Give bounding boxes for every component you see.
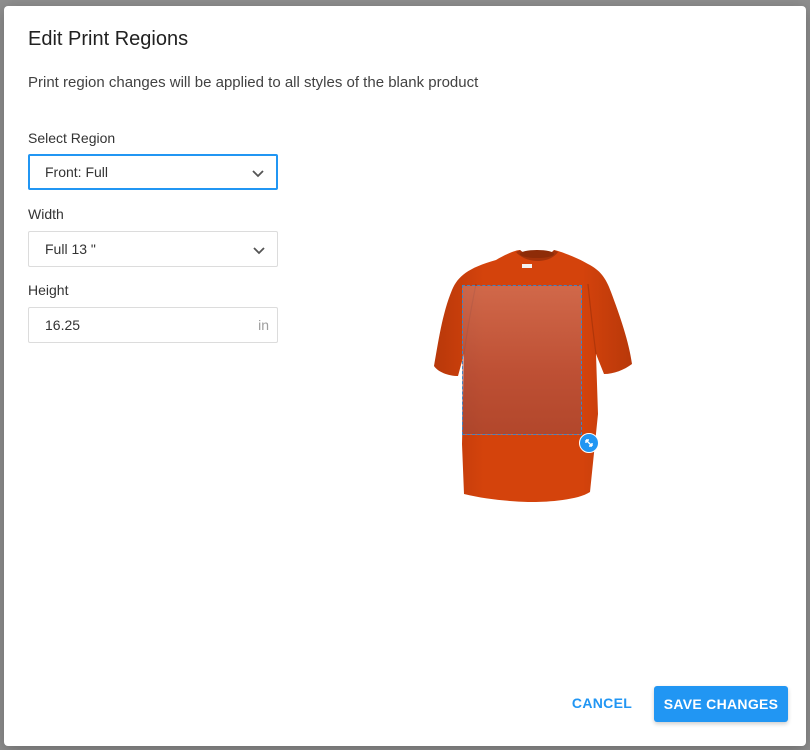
- cancel-button[interactable]: CANCEL: [567, 686, 637, 720]
- select-region-label: Select Region: [28, 130, 116, 146]
- dialog-title: Edit Print Regions: [28, 28, 189, 50]
- width-label: Width: [28, 206, 64, 222]
- edit-print-regions-dialog: Edit Print Regions Print region changes …: [4, 6, 806, 746]
- height-input[interactable]: 16.25 in: [28, 307, 278, 343]
- chevron-down-icon: [253, 247, 265, 255]
- height-value: 16.25: [45, 317, 81, 333]
- height-label: Height: [28, 282, 69, 298]
- select-region-value: Front: Full: [45, 164, 109, 180]
- chevron-down-icon: [252, 170, 264, 178]
- width-dropdown[interactable]: Full 13 ": [28, 231, 278, 267]
- select-region-dropdown[interactable]: Front: Full: [28, 154, 278, 190]
- resize-handle[interactable]: [579, 433, 599, 453]
- resize-diagonal-icon: [585, 439, 593, 447]
- save-changes-button[interactable]: SAVE CHANGES: [654, 686, 788, 722]
- height-unit: in: [258, 317, 269, 333]
- print-region-box[interactable]: [462, 285, 582, 435]
- width-value: Full 13 ": [45, 241, 96, 257]
- dialog-subtitle: Print region changes will be applied to …: [28, 74, 479, 91]
